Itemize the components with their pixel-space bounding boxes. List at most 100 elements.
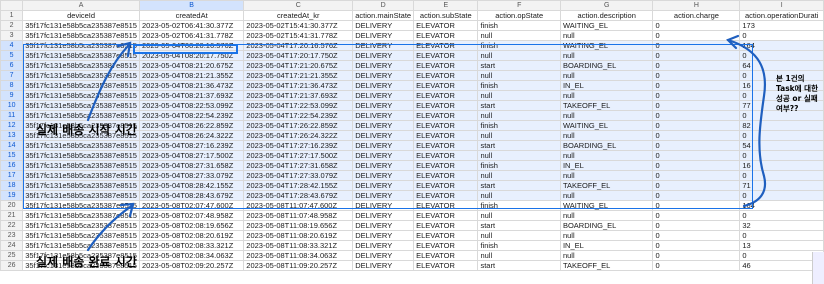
- cell[interactable]: 2023-05-08T11:08:20.619Z: [243, 230, 354, 241]
- cell[interactable]: ELEVATOR: [413, 70, 479, 81]
- cell[interactable]: 173: [739, 20, 824, 31]
- cell[interactable]: DELIVERY: [352, 240, 415, 251]
- row-number[interactable]: 13: [0, 130, 24, 141]
- cell[interactable]: ELEVATOR: [413, 120, 479, 131]
- row-number[interactable]: 17: [0, 170, 24, 181]
- cell[interactable]: 0: [739, 190, 824, 201]
- spreadsheet[interactable]: ABCDEFGHI 1 deviceId createdAt createdAt_k…: [0, 0, 824, 284]
- cell[interactable]: 35f17fc131e58b5ca235387e8515: [22, 50, 140, 61]
- cell[interactable]: ELEVATOR: [413, 50, 479, 61]
- cell[interactable]: 2023-05-08T02:08:33.321Z: [138, 240, 245, 251]
- cell[interactable]: 0: [739, 150, 824, 161]
- cell[interactable]: 0: [652, 150, 741, 161]
- cell[interactable]: BOARDING_EL: [559, 60, 654, 71]
- cell[interactable]: 0: [739, 130, 824, 141]
- cell[interactable]: finish: [477, 120, 561, 131]
- cell[interactable]: 2023-05-04T08:28:43.679Z: [138, 190, 245, 201]
- cell[interactable]: 2023-05-08T02:08:20.619Z: [138, 230, 245, 241]
- cell[interactable]: 0: [652, 130, 741, 141]
- cell[interactable]: start: [477, 140, 561, 151]
- row-number[interactable]: 10: [0, 100, 24, 111]
- cell[interactable]: DELIVERY: [352, 150, 415, 161]
- cell[interactable]: null: [477, 250, 561, 261]
- cell[interactable]: null: [477, 170, 561, 181]
- cell[interactable]: 2023-05-02T06:41:31.778Z: [138, 30, 245, 41]
- cell[interactable]: DELIVERY: [352, 20, 415, 31]
- scrollbar[interactable]: [812, 252, 824, 284]
- cell[interactable]: null: [559, 30, 654, 41]
- row-number[interactable]: 5: [0, 50, 24, 61]
- cell[interactable]: 35f17fc131e58b5ca235387e8515: [22, 140, 140, 151]
- cell[interactable]: 35f17fc131e58b5ca235387e8515: [22, 150, 140, 161]
- cell[interactable]: 0: [652, 160, 741, 171]
- cell[interactable]: 2023-05-04T08:20:17.750Z: [138, 50, 245, 61]
- cell[interactable]: null: [559, 110, 654, 121]
- cell[interactable]: 0: [652, 30, 741, 41]
- cell[interactable]: 35f17fc131e58b5ca235387e8515: [22, 60, 140, 71]
- cell[interactable]: ELEVATOR: [413, 190, 479, 201]
- header-cell[interactable]: action.description: [559, 10, 654, 21]
- cell[interactable]: ELEVATOR: [413, 20, 479, 31]
- cell[interactable]: finish: [477, 200, 561, 211]
- row-number[interactable]: 20: [0, 200, 24, 211]
- cell[interactable]: DELIVERY: [352, 60, 415, 71]
- cell[interactable]: ELEVATOR: [413, 250, 479, 261]
- cell[interactable]: 46: [739, 260, 824, 271]
- select-all-corner[interactable]: [0, 0, 24, 11]
- cell[interactable]: IN_EL: [559, 160, 654, 171]
- cell[interactable]: 0: [739, 250, 824, 261]
- cell[interactable]: BOARDING_EL: [559, 220, 654, 231]
- cell[interactable]: 2023-05-08T11:08:34.063Z: [243, 250, 354, 261]
- cell[interactable]: 2023-05-04T17:21:37.693Z: [243, 90, 354, 101]
- cell[interactable]: ELEVATOR: [413, 110, 479, 121]
- cell[interactable]: DELIVERY: [352, 200, 415, 211]
- cell[interactable]: ELEVATOR: [413, 150, 479, 161]
- cell[interactable]: 0: [652, 250, 741, 261]
- cell[interactable]: 2023-05-04T17:27:31.658Z: [243, 160, 354, 171]
- cell[interactable]: 0: [652, 110, 741, 121]
- row-number[interactable]: 11: [0, 110, 24, 121]
- cell[interactable]: ELEVATOR: [413, 180, 479, 191]
- cell[interactable]: null: [477, 150, 561, 161]
- cell[interactable]: WAITING_EL: [559, 200, 654, 211]
- cell[interactable]: 35f17fc131e58b5ca235387e8515: [22, 190, 140, 201]
- cell[interactable]: DELIVERY: [352, 140, 415, 151]
- cell[interactable]: 2023-05-04T17:27:33.079Z: [243, 170, 354, 181]
- cell[interactable]: 35f17fc131e58b5ca235387e8515: [22, 70, 140, 81]
- cell[interactable]: ELEVATOR: [413, 130, 479, 141]
- cell[interactable]: null: [477, 70, 561, 81]
- cell[interactable]: 35f17fc131e58b5ca235387e8515: [22, 160, 140, 171]
- cell[interactable]: null: [559, 90, 654, 101]
- cell[interactable]: 2023-05-04T17:26:22.859Z: [243, 120, 354, 131]
- header-cell[interactable]: action.charge: [652, 10, 741, 21]
- cell[interactable]: DELIVERY: [352, 220, 415, 231]
- cell[interactable]: DELIVERY: [352, 120, 415, 131]
- cell[interactable]: finish: [477, 80, 561, 91]
- cell[interactable]: 35f17fc131e58b5ca235387e8515: [22, 180, 140, 191]
- cell[interactable]: 0: [652, 100, 741, 111]
- cell[interactable]: 2023-05-08T02:08:34.063Z: [138, 250, 245, 261]
- row-number[interactable]: 1: [0, 10, 24, 21]
- cell[interactable]: 0: [652, 140, 741, 151]
- row-number[interactable]: 9: [0, 90, 24, 101]
- cell[interactable]: TAKEOFF_EL: [559, 180, 654, 191]
- column-header-d[interactable]: D: [352, 0, 415, 11]
- cell[interactable]: 71: [739, 180, 824, 191]
- cell[interactable]: 2023-05-02T06:41:30.377Z: [138, 20, 245, 31]
- cell[interactable]: 0: [652, 40, 741, 51]
- row-number[interactable]: 12: [0, 120, 24, 131]
- column-header-b[interactable]: B: [138, 0, 245, 11]
- cell[interactable]: 35f17fc131e58b5ca235387e8515: [22, 200, 140, 211]
- cell[interactable]: 2023-05-04T08:21:37.693Z: [138, 90, 245, 101]
- header-cell[interactable]: action.subState: [413, 10, 479, 21]
- cell[interactable]: 2023-05-08T02:08:19.656Z: [138, 220, 245, 231]
- cell[interactable]: 2023-05-04T17:27:16.239Z: [243, 140, 354, 151]
- cell[interactable]: 2023-05-02T15:41:31.778Z: [243, 30, 354, 41]
- cell[interactable]: finish: [477, 160, 561, 171]
- cell[interactable]: DELIVERY: [352, 80, 415, 91]
- row-number[interactable]: 8: [0, 80, 24, 91]
- cell[interactable]: ELEVATOR: [413, 140, 479, 151]
- cell[interactable]: 0: [652, 220, 741, 231]
- column-header-g[interactable]: G: [559, 0, 654, 11]
- cell[interactable]: finish: [477, 240, 561, 251]
